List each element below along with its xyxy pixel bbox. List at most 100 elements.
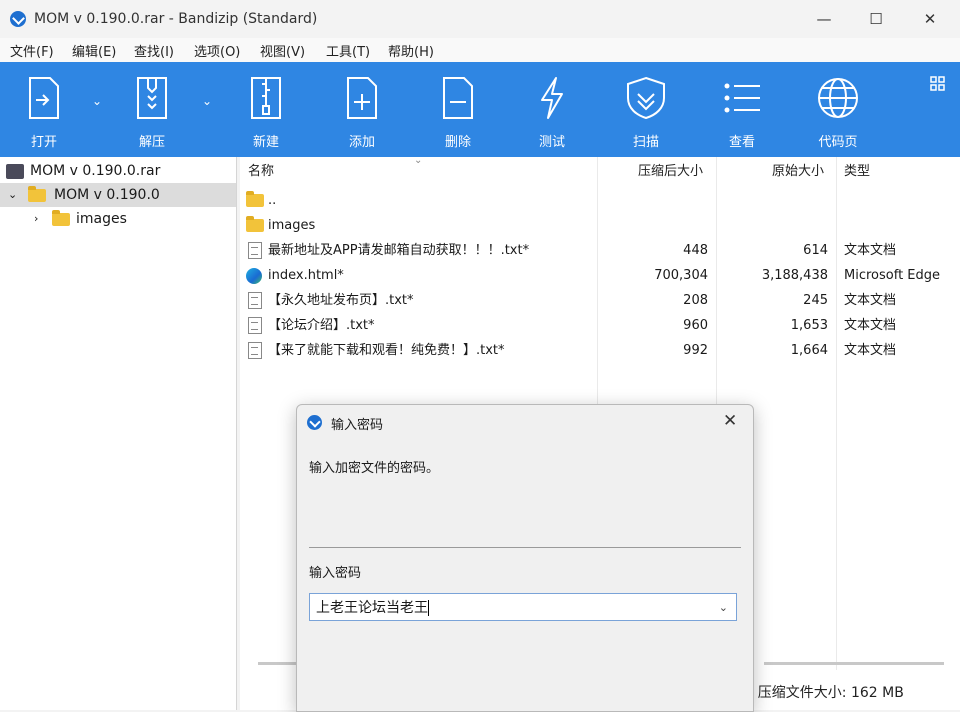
packed-size: 208 — [683, 293, 708, 308]
menu-options[interactable]: 选项(O) — [194, 41, 240, 60]
menu-bar: 文件(F) 编辑(E) 查找(I) 选项(O) 视图(V) 工具(T) 帮助(H… — [0, 38, 960, 62]
text-file-icon — [248, 292, 262, 309]
dialog-message: 输入加密文件的密码。 — [309, 461, 440, 476]
delete-file-icon — [443, 77, 473, 119]
file-name: images — [268, 218, 316, 233]
folder-icon — [52, 210, 70, 226]
extract-icon — [137, 77, 167, 119]
menu-view[interactable]: 视图(V) — [260, 41, 305, 60]
tree-images-label: images — [76, 211, 127, 227]
extract-button[interactable]: 解压 — [120, 62, 184, 157]
file-name: 【来了就能下载和观看！纯免费！】.txt* — [268, 343, 505, 358]
packed-size: 960 — [683, 318, 708, 333]
tree-item-images[interactable]: › images — [0, 207, 236, 231]
tree-item-root-folder[interactable]: ⌄ MOM v 0.190.0 — [0, 183, 236, 207]
horizontal-scrollbar[interactable] — [258, 662, 298, 665]
view-button[interactable]: 查看 — [710, 62, 774, 157]
packed-size: 992 — [683, 343, 708, 358]
window-title: MOM v 0.190.0.rar - Bandizip (Standard) — [34, 11, 318, 27]
delete-label: 删除 — [444, 135, 471, 150]
divider — [309, 547, 741, 548]
status-bar-text: 5, 压缩文件大小: 162 MB — [740, 685, 904, 701]
globe-icon — [818, 78, 858, 118]
file-type: Microsoft Edge — [844, 268, 941, 283]
text-file-icon — [248, 317, 262, 334]
password-input[interactable]: 上老王论坛当老王 ⌄ — [309, 593, 737, 621]
dialog-title-bar: 输入密码 ✕ — [297, 405, 753, 439]
file-row[interactable]: 最新地址及APP请发邮箱自动获取！！！.txt* 448 614 文本文档 — [240, 238, 960, 263]
new-label: 新建 — [252, 135, 279, 150]
text-cursor — [428, 600, 429, 616]
original-size: 1,653 — [790, 318, 828, 333]
file-name: 最新地址及APP请发邮箱自动获取！！！.txt* — [268, 243, 530, 258]
lightning-icon — [541, 77, 563, 119]
add-button[interactable]: 添加 — [330, 62, 394, 157]
packed-size: 448 — [683, 243, 708, 258]
column-header-name[interactable]: 名称 — [248, 157, 274, 187]
file-row[interactable]: index.html* 700,304 3,188,438 Microsoft … — [240, 263, 960, 288]
close-button[interactable]: ✕ — [918, 8, 942, 30]
file-type: 文本文档 — [844, 318, 897, 333]
dropdown-chevron-icon[interactable]: ⌄ — [719, 594, 728, 622]
layout-grid-icon[interactable] — [930, 76, 946, 92]
scan-button[interactable]: 扫描 — [614, 62, 678, 157]
extract-label: 解压 — [138, 135, 165, 150]
original-size: 1,664 — [790, 343, 828, 358]
column-header-type[interactable]: 类型 — [844, 157, 870, 187]
text-file-icon — [248, 242, 262, 259]
column-header-original-size[interactable]: 原始大小 — [772, 157, 824, 187]
folder-icon — [246, 191, 264, 207]
new-archive-icon — [251, 77, 281, 119]
menu-edit[interactable]: 编辑(E) — [72, 41, 116, 60]
menu-find[interactable]: 查找(I) — [134, 41, 174, 60]
file-row-images[interactable]: images — [240, 213, 960, 238]
shield-icon — [627, 76, 665, 120]
menu-help[interactable]: 帮助(H) — [388, 41, 434, 60]
collapse-chevron-icon[interactable]: ⌄ — [8, 183, 17, 207]
file-name: index.html* — [268, 268, 344, 283]
menu-file[interactable]: 文件(F) — [10, 41, 54, 60]
add-file-icon — [347, 77, 377, 119]
folder-icon — [28, 186, 46, 202]
tree-item-archive[interactable]: MOM v 0.190.0.rar — [0, 159, 236, 183]
file-row[interactable]: 【永久地址发布页】.txt* 208 245 文本文档 — [240, 288, 960, 313]
file-row-parent[interactable]: .. — [240, 188, 960, 213]
file-type: 文本文档 — [844, 243, 897, 258]
file-name: .. — [268, 193, 277, 208]
maximize-button[interactable]: ☐ — [864, 8, 888, 30]
minimize-button[interactable]: — — [812, 8, 836, 30]
text-file-icon — [248, 342, 262, 359]
file-name: 【论坛介绍】.txt* — [268, 318, 375, 333]
password-field-label: 输入密码 — [309, 566, 362, 581]
file-type: 文本文档 — [844, 293, 897, 308]
original-size: 614 — [803, 243, 828, 258]
column-header-packed-size[interactable]: 压缩后大小 — [638, 157, 703, 187]
folder-tree: MOM v 0.190.0.rar ⌄ MOM v 0.190.0 › imag… — [0, 157, 237, 710]
file-type: 文本文档 — [844, 343, 897, 358]
dialog-close-button[interactable]: ✕ — [723, 411, 737, 431]
expand-chevron-icon[interactable]: › — [34, 207, 38, 231]
toolbar: 打开 ⌄ 解压 ⌄ 新建 添加 删除 测试 扫描 查看 代码页 — [0, 62, 960, 157]
new-button[interactable]: 新建 — [234, 62, 298, 157]
rar-archive-icon — [6, 164, 24, 179]
horizontal-scrollbar-track[interactable] — [764, 662, 944, 665]
extract-dropdown-arrow[interactable]: ⌄ — [202, 94, 212, 108]
password-dialog: 输入密码 ✕ 输入加密文件的密码。 输入密码 上老王论坛当老王 ⌄ — [296, 404, 754, 712]
file-name: 【永久地址发布页】.txt* — [268, 293, 414, 308]
scan-label: 扫描 — [632, 135, 659, 150]
file-row[interactable]: 【论坛介绍】.txt* 960 1,653 文本文档 — [240, 313, 960, 338]
folder-icon — [246, 216, 264, 232]
menu-tools[interactable]: 工具(T) — [326, 41, 370, 60]
add-label: 添加 — [348, 135, 375, 150]
list-view-icon — [724, 83, 760, 113]
packed-size: 700,304 — [654, 268, 708, 283]
dialog-title: 输入密码 — [331, 418, 384, 433]
codepage-button[interactable]: 代码页 — [806, 62, 870, 157]
open-button[interactable]: 打开 — [12, 62, 76, 157]
test-button[interactable]: 测试 — [520, 62, 584, 157]
file-row[interactable]: 【来了就能下载和观看！纯免费！】.txt* 992 1,664 文本文档 — [240, 338, 960, 363]
original-size: 3,188,438 — [761, 268, 828, 283]
delete-button[interactable]: 删除 — [426, 62, 490, 157]
tree-archive-label: MOM v 0.190.0.rar — [30, 163, 161, 179]
open-dropdown-arrow[interactable]: ⌄ — [92, 94, 102, 108]
